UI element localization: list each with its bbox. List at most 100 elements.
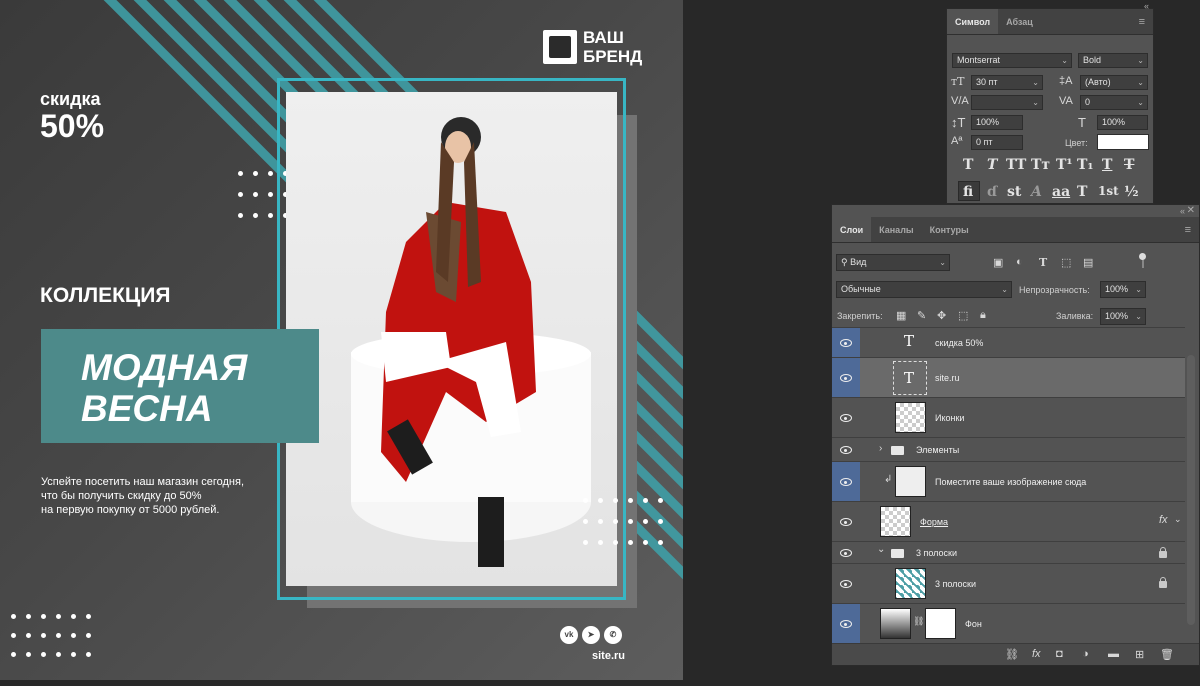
discount-value: 50% (40, 108, 105, 144)
add-mask-icon[interactable]: ◘ (1056, 648, 1063, 660)
lock-artboard-icon[interactable]: ⬚ (958, 309, 968, 322)
layer-row[interactable]: ⌄ 3 полоски (832, 541, 1185, 563)
visibility-eye-icon[interactable] (840, 374, 852, 382)
layer-name: Элементы (916, 445, 960, 455)
layer-row-selected[interactable]: T site.ru (832, 357, 1185, 397)
titling-alternates-icon[interactable]: T (1077, 184, 1087, 200)
filter-pixel-icon[interactable]: ▣ (993, 256, 1003, 269)
ligatures-icon[interactable]: fi (963, 184, 973, 200)
faux-italic-icon[interactable]: T (987, 157, 997, 173)
layer-row[interactable]: Форма fx ⌄ (832, 501, 1185, 541)
layer-name: site.ru (935, 373, 960, 383)
link-layers-icon[interactable]: ⛓ (1005, 648, 1019, 661)
layer-filter-select[interactable]: ⚲ Вид ⌄ (836, 254, 950, 271)
lock-position-icon[interactable]: ✥ (937, 309, 946, 322)
filter-toggle[interactable] (1139, 253, 1146, 269)
clipping-mask-icon: ↲ (884, 474, 893, 485)
layer-row[interactable]: T скидка 50% (832, 327, 1185, 357)
panel-menu-icon[interactable]: ≡ (1177, 217, 1199, 242)
layer-row[interactable]: › Элементы (832, 437, 1185, 461)
character-panel: « Символ Абзац ≡ Montserrat ⌄ Bold ⌄ тT 30… (946, 1, 1154, 204)
visibility-eye-icon[interactable] (840, 478, 852, 486)
layer-effects-icon[interactable]: fx (1159, 514, 1168, 526)
search-icon: ⚲ (841, 257, 848, 267)
chevron-right-icon[interactable]: › (879, 443, 882, 454)
layer-row[interactable]: ↲ Поместите ваше изображение сюда (832, 461, 1185, 501)
brand-block: ВАШ БРЕНД (543, 28, 642, 66)
color-swatch[interactable] (1097, 134, 1149, 150)
strikethrough-icon[interactable]: T (1124, 157, 1134, 173)
horizontal-scale-field[interactable]: 100% (1097, 115, 1148, 130)
fill-field[interactable]: 100% ⌄ (1100, 308, 1146, 325)
panel-collapse-icon[interactable]: « (1144, 1, 1149, 11)
underline-icon[interactable]: T (1102, 157, 1112, 173)
visibility-eye-icon[interactable] (840, 414, 852, 422)
new-adjustment-icon[interactable]: ◑ (1082, 648, 1089, 660)
filter-shape-icon[interactable]: ⬚ (1061, 256, 1071, 269)
telegram-icon: ➤ (582, 626, 600, 644)
visibility-eye-icon[interactable] (840, 446, 852, 454)
visibility-eye-icon[interactable] (840, 549, 852, 557)
add-style-icon[interactable]: fx (1032, 648, 1041, 660)
fractions-icon[interactable]: ½ (1124, 184, 1139, 200)
headline-line1: МОДНАЯ (81, 347, 248, 388)
chevron-down-icon[interactable]: ⌄ (877, 544, 885, 555)
trash-icon[interactable]: 🗑︎ (1160, 648, 1174, 661)
folder-icon (891, 549, 904, 558)
tab-layers[interactable]: Слои (832, 217, 872, 242)
tab-paths[interactable]: Контуры (922, 217, 977, 242)
tab-paragraph[interactable]: Абзац (998, 9, 1041, 34)
kerning-field[interactable]: ⌄ (971, 95, 1043, 110)
swash-icon[interactable]: A (1031, 184, 1042, 200)
filter-adjustment-icon[interactable]: ◐ (1016, 256, 1023, 268)
filter-smart-object-icon[interactable]: ▤ (1083, 256, 1093, 269)
tracking-field[interactable]: 0 ⌄ (1080, 95, 1148, 110)
all-caps-icon[interactable]: TT (1006, 157, 1026, 173)
visibility-eye-icon[interactable] (840, 518, 852, 526)
visibility-eye-icon[interactable] (840, 620, 852, 628)
layer-row[interactable]: 3 полоски (832, 563, 1185, 603)
color-label: Цвет: (1065, 138, 1088, 148)
panel-collapse-icon[interactable]: « (1180, 206, 1185, 216)
layers-scrollbar[interactable] (1187, 355, 1195, 625)
document-canvas[interactable]: скидка 50% ВАШ БРЕНД КОЛЛЕКЦИЯ МОДНАЯ ВЕ… (0, 0, 683, 680)
filter-type-icon[interactable]: T (1039, 256, 1047, 269)
faux-bold-icon[interactable]: T (963, 157, 973, 173)
font-size-field[interactable]: 30 пт ⌄ (971, 75, 1043, 90)
chevron-down-icon[interactable]: ⌄ (1174, 514, 1182, 525)
stylistic-ligatures-icon[interactable]: st (1007, 184, 1021, 200)
site-url: site.ru (592, 650, 626, 662)
close-icon[interactable]: ✕ (1187, 205, 1195, 216)
lock-icon (1159, 547, 1167, 558)
panel-menu-icon[interactable]: ≡ (1131, 9, 1153, 34)
opacity-field[interactable]: 100% ⌄ (1100, 281, 1146, 298)
new-layer-icon[interactable]: ⊞ (1135, 648, 1144, 661)
visibility-eye-icon[interactable] (840, 339, 852, 347)
layer-row[interactable]: ⛓ Фон (832, 603, 1185, 643)
subscript-icon[interactable]: T₁ (1077, 157, 1094, 173)
lock-image-icon[interactable]: ✎ (917, 309, 926, 322)
tab-character[interactable]: Символ (947, 9, 999, 34)
superscript-icon[interactable]: T¹ (1056, 157, 1073, 173)
font-family-select[interactable]: Montserrat ⌄ (952, 53, 1072, 68)
discretionary-ligatures-icon[interactable]: ɗ (987, 184, 997, 200)
fill-label: Заливка: (1056, 311, 1094, 321)
blend-mode-select[interactable]: Обычные ⌄ (836, 281, 1012, 298)
leading-field[interactable]: (Авто) ⌄ (1080, 75, 1148, 90)
ordinals-icon[interactable]: 1st (1098, 184, 1119, 198)
new-group-icon[interactable]: ▬ (1108, 648, 1119, 660)
baseline-shift-field[interactable]: 0 пт (971, 135, 1023, 150)
stylistic-alternates-icon[interactable]: aa (1052, 184, 1070, 200)
small-caps-icon[interactable]: Tт (1031, 157, 1050, 173)
tab-channels[interactable]: Каналы (871, 217, 921, 242)
vertical-scale-field[interactable]: 100% (971, 115, 1023, 130)
visibility-eye-icon[interactable] (840, 580, 852, 588)
layer-row[interactable]: Иконки (832, 397, 1185, 437)
brand-line1: ВАШ (583, 28, 624, 47)
layer-name: 3 полоски (916, 548, 958, 558)
font-style-select[interactable]: Bold ⌄ (1078, 53, 1148, 68)
layer-name: Иконки (935, 413, 965, 423)
lock-all-icon[interactable]: 🔒︎ (980, 309, 986, 322)
layer-thumbnail (895, 568, 926, 599)
lock-transparent-icon[interactable]: ▦ (896, 309, 906, 322)
